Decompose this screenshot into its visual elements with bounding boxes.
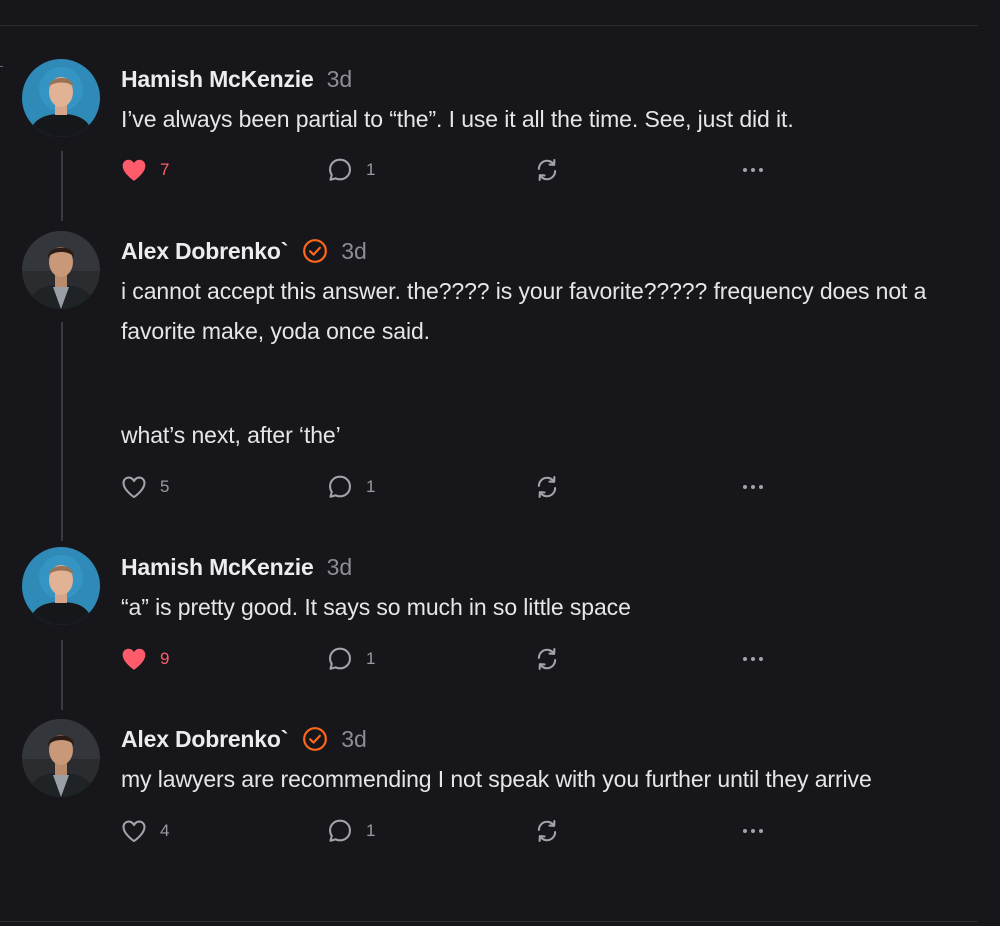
- avatar-alex-image: [22, 231, 100, 309]
- reply-count: 1: [366, 649, 376, 668]
- comment-bubble-icon: [329, 475, 351, 498]
- comment-body: “a” is pretty good. It says so much in s…: [121, 594, 631, 620]
- heart-icon: [122, 159, 146, 181]
- top-divider: [0, 25, 978, 26]
- reply-button[interactable]: 1: [327, 811, 375, 851]
- like-button[interactable]: 4: [121, 811, 169, 851]
- comment-header: Alex Dobrenko` 3d: [121, 231, 971, 271]
- verified-check-icon: [303, 239, 328, 263]
- comment-actions: 7 1: [121, 150, 971, 190]
- comment-content: Alex Dobrenko` 3d i cannot accept this a…: [121, 231, 971, 507]
- bottom-divider: [0, 921, 978, 922]
- comment-header: Hamish McKenzie 3d: [121, 547, 971, 587]
- thread-line: [61, 640, 63, 710]
- comment-thread: Hamish McKenzie 3d I’ve always been part…: [0, 0, 1000, 926]
- avatar-alex-image: [22, 719, 100, 797]
- avatar[interactable]: [22, 231, 100, 309]
- like-button[interactable]: 7: [121, 150, 169, 190]
- like-button[interactable]: 5: [121, 467, 169, 507]
- comment-body: my lawyers are recommending I not speak …: [121, 766, 872, 792]
- avatar[interactable]: [22, 547, 100, 625]
- ellipsis-icon: [743, 168, 763, 172]
- author-name[interactable]: Alex Dobrenko`: [121, 238, 288, 265]
- comment-body-paragraph: what’s next, after ‘the’: [121, 422, 341, 448]
- comment-body: I’ve always been partial to “the”. I use…: [121, 106, 794, 132]
- reply-button[interactable]: 1: [327, 150, 375, 190]
- restack-button[interactable]: [534, 150, 560, 190]
- restack-icon: [537, 159, 557, 181]
- more-options-button[interactable]: [741, 811, 765, 851]
- comment-body: i cannot accept this answer. the???? is …: [121, 278, 927, 344]
- avatar-hamish-image: [22, 59, 100, 137]
- like-count: 5: [160, 477, 170, 496]
- verified-check-icon: [303, 727, 328, 751]
- restack-icon: [537, 476, 557, 498]
- restack-icon: [537, 820, 557, 842]
- ellipsis-icon: [743, 829, 763, 833]
- reply-count: 1: [366, 821, 376, 840]
- heart-icon: [122, 820, 146, 843]
- comment-actions: 5 1: [121, 467, 971, 507]
- like-count: 7: [160, 160, 170, 179]
- reply-button[interactable]: 1: [327, 467, 375, 507]
- restack-button[interactable]: [534, 467, 560, 507]
- comment-content: Hamish McKenzie 3d “a” is pretty good. I…: [121, 547, 971, 679]
- heart-icon: [122, 476, 146, 499]
- comment-bubble-icon: [329, 158, 351, 181]
- reply-button[interactable]: 1: [327, 639, 375, 679]
- author-name[interactable]: Alex Dobrenko`: [121, 726, 288, 753]
- timestamp[interactable]: 3d: [341, 238, 367, 265]
- restack-button[interactable]: [534, 639, 560, 679]
- comment-header: Alex Dobrenko` 3d: [121, 719, 971, 759]
- timestamp[interactable]: 3d: [327, 554, 353, 581]
- comment-header: Hamish McKenzie 3d: [121, 59, 971, 99]
- avatar[interactable]: [22, 59, 100, 137]
- comment-content: Hamish McKenzie 3d I’ve always been part…: [121, 59, 971, 190]
- like-button[interactable]: 9: [121, 639, 169, 679]
- ellipsis-icon: [743, 485, 763, 489]
- restack-icon: [537, 648, 557, 670]
- author-name[interactable]: Hamish McKenzie: [121, 66, 314, 93]
- comment-actions: 9 1: [121, 639, 971, 679]
- reply-count: 1: [366, 477, 376, 496]
- like-count: 4: [160, 821, 170, 840]
- thread-line: [61, 151, 63, 221]
- left-edge-mark: [0, 66, 3, 67]
- comment-bubble-icon: [329, 819, 351, 842]
- comment-content: Alex Dobrenko` 3d my lawyers are recomme…: [121, 719, 971, 851]
- avatar-hamish-image: [22, 547, 100, 625]
- more-options-button[interactable]: [741, 150, 765, 190]
- comment-bubble-icon: [329, 647, 351, 670]
- reply-count: 1: [366, 160, 376, 179]
- timestamp[interactable]: 3d: [327, 66, 353, 93]
- restack-button[interactable]: [534, 811, 560, 851]
- comment-actions: 4 1: [121, 811, 971, 851]
- more-options-button[interactable]: [741, 639, 765, 679]
- author-name[interactable]: Hamish McKenzie: [121, 554, 314, 581]
- avatar[interactable]: [22, 719, 100, 797]
- heart-icon: [122, 648, 146, 670]
- more-options-button[interactable]: [741, 467, 765, 507]
- thread-line: [61, 322, 63, 541]
- like-count: 9: [160, 649, 170, 668]
- timestamp[interactable]: 3d: [341, 726, 367, 753]
- ellipsis-icon: [743, 657, 763, 661]
